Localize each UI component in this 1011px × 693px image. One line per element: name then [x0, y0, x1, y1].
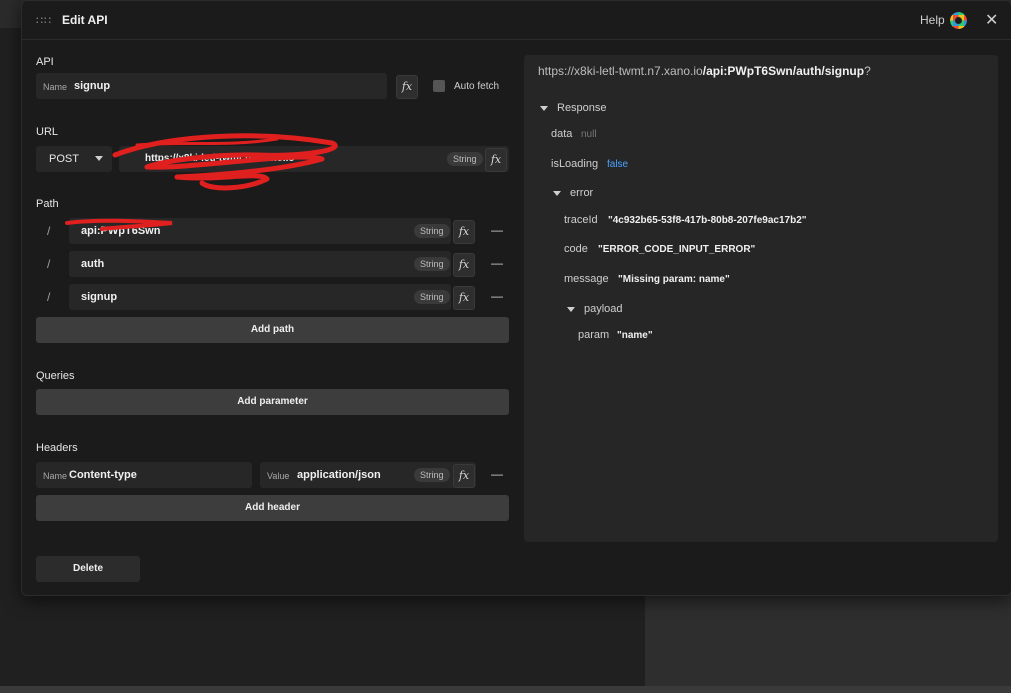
message-value: "Missing param: name" [618, 274, 730, 285]
add-parameter-button[interactable]: Add parameter [36, 389, 509, 415]
url-section-label: URL [36, 126, 59, 138]
request-url-path: /api:PWpT6Swn/auth/signup [702, 64, 865, 78]
path-segment-fx-button[interactable]: fx [453, 286, 475, 310]
remove-path-segment-button[interactable]: — [491, 256, 503, 270]
header-value-prefix: Value [267, 471, 290, 481]
header-name-field[interactable]: Name Content-type [36, 462, 252, 488]
url-type-tag: String [447, 152, 483, 166]
response-root-label[interactable]: Response [557, 102, 607, 114]
add-path-button[interactable]: Add path [36, 317, 509, 343]
path-segment-fx-button[interactable]: fx [453, 220, 475, 244]
auto-fetch-checkbox[interactable] [433, 80, 445, 92]
path-segment-value: api:PWpT6Swn [81, 225, 161, 237]
remove-path-segment-button[interactable]: — [491, 289, 503, 303]
drag-handle-icon[interactable]: ∷∷ [36, 14, 52, 27]
modal-header: ∷∷ Edit API Help ✕ [22, 1, 1011, 40]
response-toggle-icon[interactable] [540, 106, 548, 111]
remove-path-segment-button[interactable]: — [491, 223, 503, 237]
error-toggle-icon[interactable] [553, 191, 561, 196]
url-input[interactable]: https://x8ki-letl-twmt.n7.xano.io String [119, 146, 509, 172]
modal-title: Edit API [62, 13, 108, 27]
url-fx-button[interactable]: fx [485, 148, 507, 172]
help-link[interactable]: Help [920, 13, 945, 27]
http-method-value: POST [49, 153, 79, 165]
path-segment-value: signup [81, 291, 118, 303]
payload-toggle-icon[interactable] [567, 307, 575, 312]
path-segment-input[interactable]: auth String [69, 251, 451, 277]
api-section-label: API [36, 56, 54, 68]
path-slash: / [47, 290, 51, 304]
path-segment-type-tag: String [414, 257, 450, 271]
path-slash: / [47, 257, 51, 271]
code-value: "ERROR_CODE_INPUT_ERROR" [598, 244, 756, 255]
header-fx-button[interactable]: fx [453, 464, 475, 488]
http-method-select[interactable]: POST [36, 146, 112, 172]
traceid-value: "4c932b65-53f8-417b-80b8-207fe9ac17b2" [608, 215, 807, 226]
api-name-field[interactable]: Name signup [36, 73, 387, 99]
auto-fetch-label: Auto fetch [454, 81, 500, 92]
close-icon[interactable]: ✕ [985, 10, 998, 30]
headers-section-label: Headers [36, 442, 78, 454]
param-key: param [578, 329, 610, 341]
error-key[interactable]: error [570, 187, 593, 199]
header-name-prefix: Name [43, 471, 68, 481]
path-segment-fx-button[interactable]: fx [453, 253, 475, 277]
param-value: "name" [617, 330, 653, 341]
help-ring-icon[interactable] [950, 12, 967, 29]
request-url-base: https://x8ki-letl-twmt.n7.xano.io [538, 64, 703, 78]
queries-section-label: Queries [36, 370, 75, 382]
api-name-prefix: Name [43, 82, 68, 92]
traceid-key: traceId [564, 214, 598, 226]
path-segment-input[interactable]: signup String [69, 284, 451, 310]
url-value: https://x8ki-letl-twmt.n7.xano.io [145, 153, 295, 164]
isloading-value: false [607, 159, 629, 170]
add-header-button[interactable]: Add header [36, 495, 509, 521]
background-bottom-scrollbar[interactable] [0, 686, 1011, 693]
path-segment-value: auth [81, 258, 105, 270]
delete-button[interactable]: Delete [36, 556, 140, 582]
request-url-suffix: ? [864, 64, 871, 78]
request-url: https://x8ki-letl-twmt.n7.xano.io/api:PW… [538, 64, 871, 78]
header-value-field[interactable]: Value application/json String [260, 462, 476, 488]
payload-key[interactable]: payload [584, 303, 623, 315]
api-name-fx-button[interactable]: fx [396, 75, 418, 99]
data-value: null [581, 129, 597, 140]
path-segment-type-tag: String [414, 290, 450, 304]
header-value-value: application/json [297, 469, 381, 481]
header-name-value: Content-type [69, 469, 137, 481]
path-segment-input[interactable]: api:PWpT6Swn String [69, 218, 451, 244]
path-section-label: Path [36, 198, 59, 210]
chevron-down-icon [95, 156, 103, 161]
api-name-value: signup [74, 80, 111, 92]
data-key: data [551, 128, 573, 140]
header-type-tag: String [414, 468, 450, 482]
response-panel: https://x8ki-letl-twmt.n7.xano.io/api:PW… [524, 55, 998, 542]
isloading-key: isLoading [551, 158, 599, 170]
message-key: message [564, 273, 609, 285]
path-slash: / [47, 224, 51, 238]
code-key: code [564, 243, 588, 255]
remove-header-button[interactable]: — [491, 467, 503, 481]
path-segment-type-tag: String [414, 224, 450, 238]
edit-api-modal: ∷∷ Edit API Help ✕ API Name signup fx Au… [21, 0, 1011, 596]
